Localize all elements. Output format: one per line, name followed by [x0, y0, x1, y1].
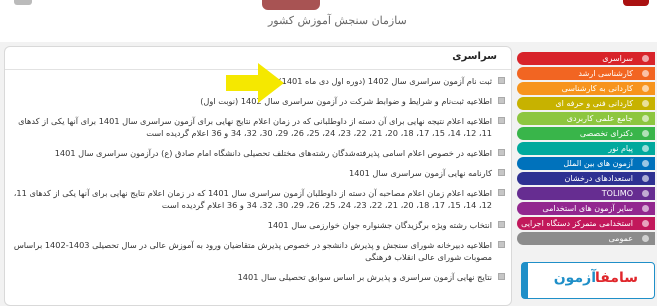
news-item[interactable]: اطلاعیه دبیرخانه شورای سنجش و پذیرش دانش… — [11, 239, 505, 263]
sidebar-item[interactable]: کاردانی فنی و حرفه ای — [517, 97, 655, 110]
org-name: سازمان سنجش آموزش کشور — [268, 14, 407, 27]
bullet-icon — [498, 149, 505, 156]
sidebar-item[interactable]: استخدامی متمرکز دستگاه اجرایی — [517, 217, 655, 230]
news-item[interactable]: نتایج نهایی آزمون سراسری و پذیرش بر اساس… — [11, 271, 505, 283]
bullet-icon — [498, 169, 505, 176]
menu-bullet-icon — [642, 175, 649, 182]
sidebar-menu: سراسری کارشناسی ارشد کاردانی به کارشناسی… — [517, 52, 655, 247]
sidebar-item[interactable]: عمومی — [517, 232, 655, 245]
menu-bullet-icon — [642, 160, 649, 167]
sidebar-item[interactable]: پیام نور — [517, 142, 655, 155]
banner-text-exam: آزمون — [553, 270, 596, 286]
news-item[interactable]: کارنامه نهایی آزمون سراسری سال 1401 — [11, 167, 505, 179]
sidebar-item[interactable]: TOLIMO — [517, 187, 655, 200]
banner-text-samfa: سامفا — [594, 270, 638, 286]
menu-bullet-icon — [642, 220, 649, 227]
bullet-icon — [498, 221, 505, 228]
menu-bullet-icon — [642, 85, 649, 92]
menu-bullet-icon — [642, 55, 649, 62]
menu-bullet-icon — [642, 145, 649, 152]
bullet-icon — [498, 273, 505, 280]
bullet-icon — [498, 117, 505, 124]
news-list: ثبت نام آزمون سراسری سال 1402 (دوره اول … — [11, 75, 505, 291]
arrow-right-icon — [226, 63, 284, 103]
sidebar-item[interactable]: سایر آزمون های استخدامی — [517, 202, 655, 215]
menu-bullet-icon — [642, 190, 649, 197]
header-decoration-right — [623, 0, 649, 6]
sidebar-item[interactable]: کاردانی به کارشناسی — [517, 82, 655, 95]
news-item[interactable]: اطلاعیه اعلام زمان اعلام مصاحبه آن دسته … — [11, 187, 505, 211]
sidebar-item[interactable]: آزمون های بین الملل — [517, 157, 655, 170]
menu-bullet-icon — [642, 70, 649, 77]
bullet-icon — [498, 97, 505, 104]
site-logo[interactable] — [262, 0, 320, 10]
menu-bullet-icon — [642, 205, 649, 212]
sidebar-item[interactable]: سراسری — [517, 52, 655, 65]
sidebar-item[interactable]: استعدادهای درخشان — [517, 172, 655, 185]
menu-bullet-icon — [642, 115, 649, 122]
menu-bullet-icon — [642, 130, 649, 137]
bullet-icon — [498, 77, 505, 84]
bullet-icon — [498, 189, 505, 196]
header-decoration-left — [14, 0, 32, 5]
menu-bullet-icon — [642, 235, 649, 242]
sidebar-item[interactable]: کارشناسی ارشد — [517, 67, 655, 80]
site-header: سازمان سنجش آموزش کشور — [0, 0, 657, 42]
news-panel-title: سراسری — [452, 51, 497, 62]
sidebar-item[interactable]: جامع علمی کاربردی — [517, 112, 655, 125]
samfa-banner[interactable]: آزمون سامفا — [521, 262, 655, 299]
banner-stripe — [522, 263, 528, 298]
sidebar-item[interactable]: دکترای تخصصی — [517, 127, 655, 140]
news-item[interactable]: انتخاب رشته ویژه برگزیدگان جشنواره جوان … — [11, 219, 505, 231]
menu-bullet-icon — [642, 100, 649, 107]
news-item[interactable]: اطلاعیه اعلام نتیجه نهایی برای آن دسته ا… — [11, 115, 505, 139]
bullet-icon — [498, 241, 505, 248]
news-item[interactable]: اطلاعیه در خصوص اعلام اسامی پذیرفته‌شدگا… — [11, 147, 505, 159]
